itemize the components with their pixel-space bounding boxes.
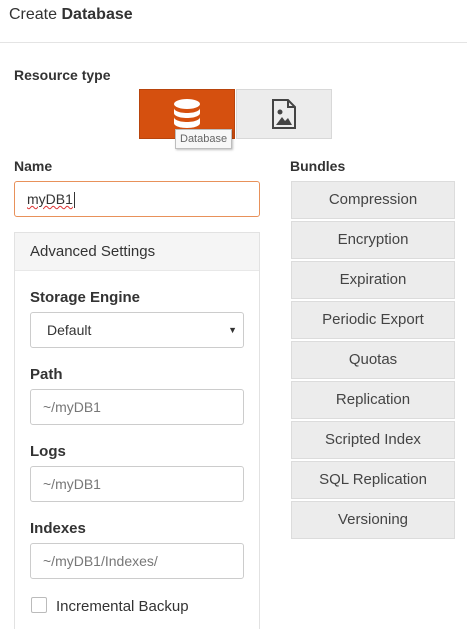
database-tooltip: Database — [175, 129, 233, 149]
bundle-versioning[interactable]: Versioning — [291, 501, 455, 539]
path-input[interactable]: ~/myDB1 — [30, 389, 244, 425]
name-input-value: myDB1 — [27, 191, 73, 207]
resource-type-toggle — [139, 89, 332, 139]
bundle-encryption[interactable]: Encryption — [291, 221, 455, 259]
incremental-backup-label: Incremental Backup — [56, 598, 189, 615]
image-file-icon — [272, 99, 296, 129]
logs-label: Logs — [30, 443, 66, 460]
indexes-input[interactable]: ~/myDB1/Indexes/ — [30, 543, 244, 579]
page-title-main: Database — [61, 6, 133, 23]
name-input[interactable]: myDB1 — [14, 181, 260, 217]
page-title-prefix: Create — [9, 6, 58, 23]
text-caret — [73, 192, 75, 209]
bundle-compression[interactable]: Compression — [291, 181, 455, 219]
bundle-expiration[interactable]: Expiration — [291, 261, 455, 299]
page-title: Create Database — [9, 6, 133, 24]
path-label: Path — [30, 366, 63, 383]
storage-engine-select[interactable]: Default ▼ — [30, 312, 244, 348]
storage-engine-value: Default — [47, 322, 92, 338]
image-type-button[interactable] — [236, 89, 332, 139]
indexes-label: Indexes — [30, 520, 86, 537]
database-icon — [174, 99, 200, 128]
chevron-down-icon: ▼ — [228, 325, 237, 335]
bundle-periodic-export[interactable]: Periodic Export — [291, 301, 455, 339]
bundles-label: Bundles — [290, 158, 346, 174]
name-label: Name — [14, 158, 53, 174]
page-header: Create Database — [0, 0, 467, 43]
advanced-settings-header[interactable]: Advanced Settings — [15, 233, 259, 271]
incremental-backup-checkbox[interactable] — [31, 597, 47, 613]
logs-input[interactable]: ~/myDB1 — [30, 466, 244, 502]
resource-type-label: Resource type — [14, 67, 111, 83]
bundle-scripted-index[interactable]: Scripted Index — [291, 421, 455, 459]
bundle-sql-replication[interactable]: SQL Replication — [291, 461, 455, 499]
storage-engine-label: Storage Engine — [30, 289, 141, 306]
bundle-quotas[interactable]: Quotas — [291, 341, 455, 379]
bundle-replication[interactable]: Replication — [291, 381, 455, 419]
